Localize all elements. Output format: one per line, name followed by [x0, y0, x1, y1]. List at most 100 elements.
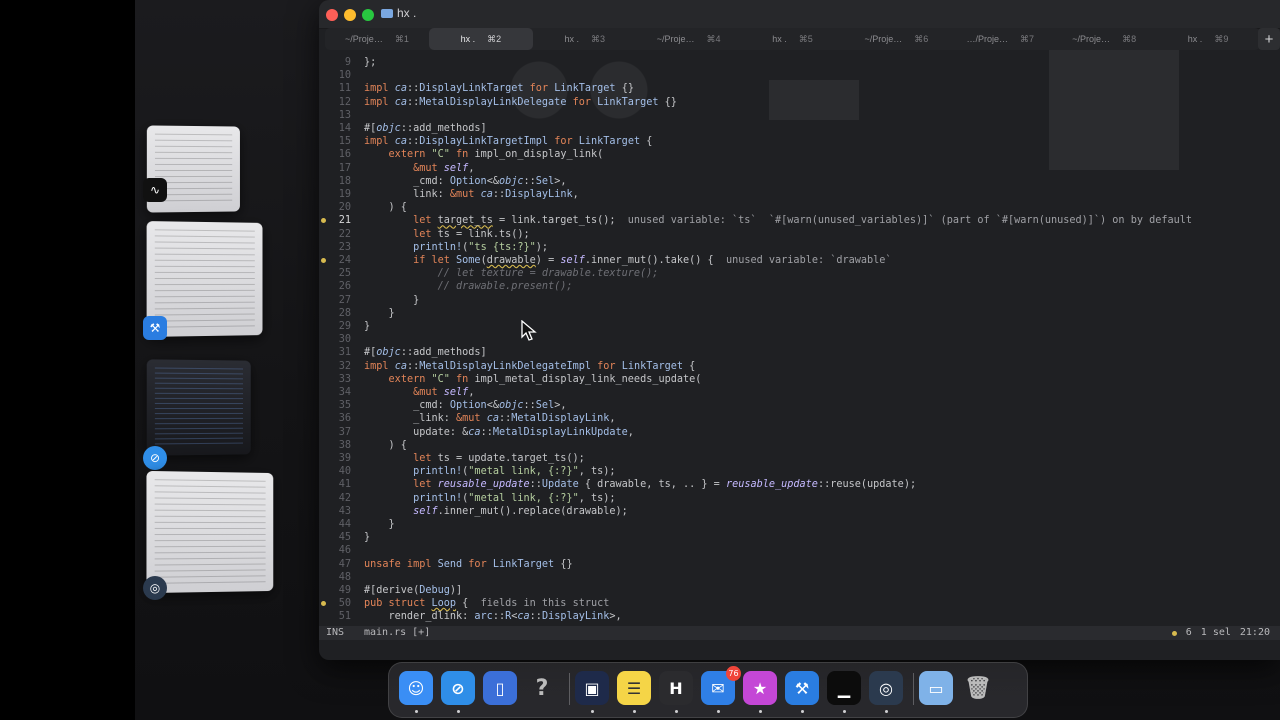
tab-label: hx .: [460, 34, 476, 44]
instruments-icon[interactable]: ◎: [869, 671, 903, 705]
tab-label: ~/Proje…: [345, 34, 383, 44]
line-number: 27: [338, 294, 351, 306]
code-line: 45}: [319, 531, 1280, 544]
cursor-position: 21:20: [1239, 627, 1270, 638]
code-line: 23 println!("ts {ts:?}");: [319, 241, 1280, 254]
line-number: 12: [338, 96, 351, 108]
xcode-icon[interactable]: ⚒: [785, 671, 819, 705]
notes-app-icon[interactable]: ▯: [483, 671, 517, 705]
tab-4[interactable]: ~/Proje… ⌘4: [637, 28, 741, 50]
line-number: 26: [338, 281, 351, 293]
running-indicator: [675, 710, 678, 713]
help-icon[interactable]: ?: [525, 671, 559, 705]
dock-separator: [569, 673, 570, 705]
code-line: 10: [319, 69, 1280, 82]
terminal-window: hx . ~/Proje… ⌘1 hx . ⌘2 hx . ⌘3 ~/Proje… ⌘4 hx …: [319, 0, 1280, 660]
tab-3[interactable]: hx . ⌘3: [533, 28, 637, 50]
line-number: 14: [338, 123, 351, 134]
code-line: 31 #[objc::add_methods]: [319, 346, 1280, 359]
line-code: pub struct Loop { fields in this struct: [364, 598, 610, 610]
status-bar: INS main.rs [+] 6 1 sel 21:20: [319, 626, 1280, 640]
code-line: 27 }: [319, 294, 1280, 307]
new-tab-button[interactable]: +: [1258, 28, 1280, 50]
selection-count: 1 sel: [1200, 627, 1231, 638]
code-line: 32 impl ca::MetalDisplayLinkDelegateImpl …: [319, 360, 1280, 373]
running-indicator: [457, 710, 460, 713]
code-line: 44 }: [319, 518, 1280, 531]
minimize-button[interactable]: [344, 9, 356, 21]
finder-icon[interactable]: ☺: [399, 671, 433, 705]
code-line: 39 let ts = update.target_ts();: [319, 452, 1280, 465]
code-line: 33 extern "C" fn impl_metal_display_link…: [319, 373, 1280, 386]
helix-icon[interactable]: H: [659, 671, 693, 705]
safari-stage-icon: ⊘: [143, 446, 167, 470]
line-code: #[derive(Debug)]: [364, 585, 463, 596]
tab-shortcut: ⌘1: [394, 33, 409, 44]
line-code: };: [364, 57, 377, 68]
line-number: 40: [338, 466, 351, 478]
code-line: 15 impl ca::DisplayLinkTargetImpl for Lin…: [319, 135, 1280, 148]
tab-shortcut: ⌘4: [706, 33, 721, 44]
line-code: }: [364, 294, 420, 306]
line-number: 37: [338, 426, 351, 438]
mail-icon[interactable]: ✉ 76: [701, 666, 741, 705]
zoom-button[interactable]: [362, 9, 374, 21]
line-code: let ts = update.target_ts();: [413, 453, 585, 464]
tab-label: hx .: [772, 34, 787, 44]
code-line: 28 }: [319, 307, 1280, 320]
simulator-icon[interactable]: ▣: [575, 671, 609, 705]
line-number: 43: [338, 505, 351, 517]
stage-manager-window-4[interactable]: [146, 470, 274, 594]
stage-manager-window-3[interactable]: [146, 359, 251, 456]
line-number: 49: [338, 585, 351, 596]
code-line: 11 impl ca::DisplayLinkTarget for LinkTar…: [319, 82, 1280, 95]
code-line: 17 &mut self,: [319, 162, 1280, 175]
line-code: // let texture = drawable.texture();: [437, 268, 659, 280]
line-number: 46: [338, 545, 351, 557]
feedback-icon[interactable]: ★: [743, 671, 777, 705]
line-number: 47: [338, 558, 351, 570]
notes-icon[interactable]: ☰: [617, 671, 651, 705]
line-number: 13: [338, 109, 351, 121]
file-name: main.rs [+]: [364, 627, 431, 638]
tab-7[interactable]: …/Proje… ⌘7: [948, 28, 1052, 50]
line-code: impl ca::MetalDisplayLinkDelegateImpl fo…: [364, 360, 696, 372]
running-indicator: [801, 710, 804, 713]
line-code: }: [364, 307, 395, 319]
code-line: 16 extern "C" fn impl_on_display_link(: [319, 148, 1280, 161]
line-number: 32: [338, 360, 351, 372]
tab-9[interactable]: hx . ⌘9: [1156, 28, 1260, 50]
code-line: 42 println!("metal link, {:?}", ts);: [319, 492, 1280, 505]
tab-8[interactable]: ~/Proje… ⌘8: [1052, 28, 1156, 50]
tab-2[interactable]: hx . ⌘2: [428, 28, 533, 50]
code-line: 38 ) {: [319, 439, 1280, 452]
code-line: 46: [319, 544, 1280, 557]
activity-monitor-icon[interactable]: ▁: [827, 671, 861, 705]
line-number: 10: [338, 70, 351, 82]
title-bar: hx .: [319, 0, 1280, 29]
line-number: 15: [338, 136, 351, 148]
tab-shortcut: ⌘7: [1020, 33, 1035, 44]
line-code: link: &mut ca::DisplayLink,: [364, 189, 579, 200]
code-editor[interactable]: 9}; 10 11 impl ca::DisplayLinkTarget for Li…: [319, 50, 1280, 626]
tab-shortcut: ⌘5: [798, 33, 813, 44]
safari-icon[interactable]: ⊘: [441, 671, 475, 705]
downloads-folder-icon[interactable]: ▭: [919, 671, 953, 705]
running-indicator: [633, 710, 636, 713]
trash-icon[interactable]: 🗑: [961, 671, 995, 705]
tab-shortcut: ⌘6: [914, 33, 929, 44]
line-code: _cmd: Option<&objc::Sel>,: [364, 175, 567, 187]
tab-1[interactable]: ~/Proje… ⌘1: [325, 28, 429, 50]
line-code: println!("metal link, {:?}", ts);: [413, 492, 616, 504]
code-line: 22 let ts = link.ts();: [319, 228, 1280, 241]
code-line: 19 link: &mut ca::DisplayLink,: [319, 188, 1280, 201]
code-line: 41 let reusable_update::Update { drawabl…: [319, 478, 1280, 491]
line-number: 25: [338, 268, 351, 280]
tab-label: …/Proje…: [966, 34, 1009, 44]
line-code: &mut self,: [413, 162, 475, 174]
window-title: hx .: [381, 6, 416, 20]
line-code: println!("metal link, {:?}", ts);: [413, 466, 616, 478]
close-button[interactable]: [326, 9, 338, 21]
tab-6[interactable]: ~/Proje… ⌘6: [844, 28, 948, 50]
tab-5[interactable]: hx . ⌘5: [741, 28, 845, 50]
